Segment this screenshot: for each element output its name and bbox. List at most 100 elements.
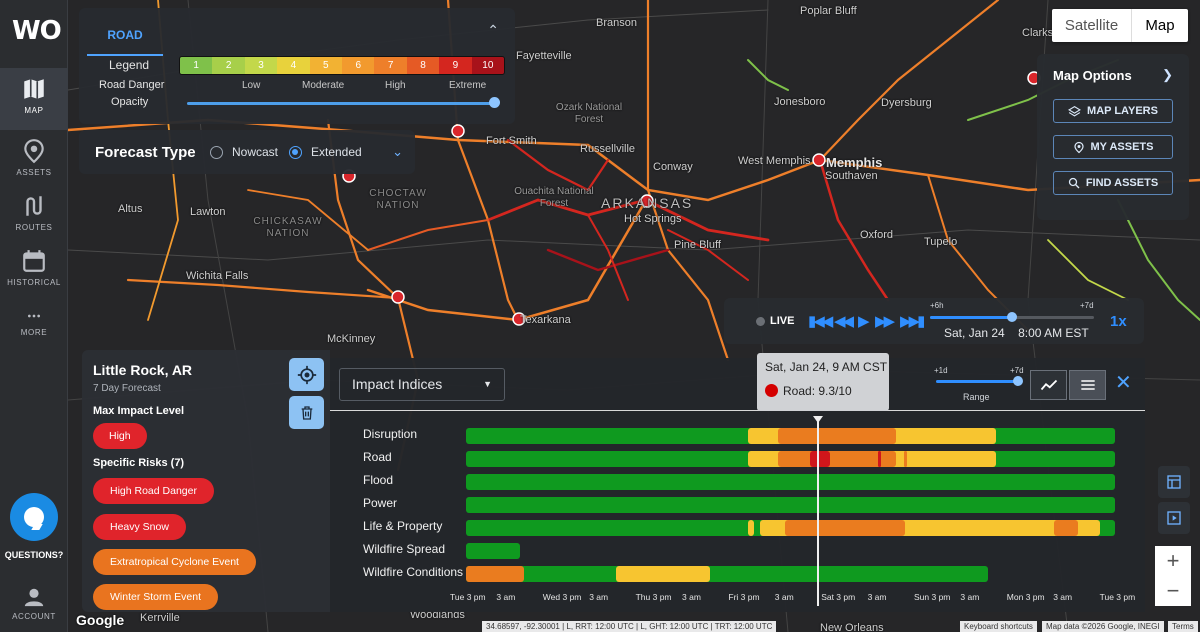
keyboard-shortcuts-link[interactable]: Keyboard shortcuts [960,621,1037,632]
scale-cell: 4 [277,57,310,74]
danger-scale: 1 2 3 4 5 6 7 8 9 10 [179,56,505,75]
impact-bar-segment[interactable] [904,451,907,467]
chat-bubble-icon [24,507,44,527]
play-panel-button[interactable] [1158,502,1190,534]
map-button[interactable]: Map [1132,9,1188,42]
current-time-marker [817,420,819,606]
range-slider-handle[interactable] [1013,376,1023,386]
nav-item-more[interactable]: MORE [0,300,68,362]
radio-extended[interactable] [289,146,302,159]
find-assets-button[interactable]: FIND ASSETS [1053,171,1173,195]
rewind-icon[interactable]: ◀◀ [834,312,854,330]
impact-row-label: Wildfire Spread [363,542,446,556]
x-axis-tick: 3 am [589,592,609,602]
skip-forward-icon[interactable]: ▶▶▮ [900,312,925,330]
skip-back-icon[interactable]: ▮◀◀ [808,312,833,330]
timeline-end-tick: +7d [1080,301,1094,310]
coords-readout: 34.68597, -92.30001 | L, RRT: 12:00 UTC … [482,621,777,632]
impact-bar-segment[interactable] [616,566,710,582]
x-axis-tick: Fri 3 pm [728,592,760,602]
close-icon[interactable]: ✕ [1115,370,1132,395]
opacity-slider-handle[interactable] [489,97,500,108]
chevron-up-icon[interactable]: ⌃ [487,22,499,39]
city-label: Wichita Falls [186,270,249,282]
impact-bar-segment[interactable] [466,543,520,559]
impact-row-label: Disruption [363,427,418,441]
map-layers-label: MAP LAYERS [1087,105,1158,117]
map-layers-button[interactable]: MAP LAYERS [1053,99,1173,123]
nav-item-account[interactable]: ACCOUNT [0,580,68,632]
city-label: Lawton [190,206,226,218]
locate-button[interactable] [289,358,324,391]
forecast-type-title: Forecast Type [95,144,196,161]
radio-label[interactable]: Nowcast [232,145,278,159]
tooltip-time: Sat, Jan 24, 9 AM CST [765,360,888,374]
city-label: Jonesboro [774,96,826,108]
impact-row-label: Wildfire Conditions [363,565,464,579]
chat-button[interactable] [10,493,58,541]
scale-cell: 1 [180,57,213,74]
tooltip-value: Road: 9.3/10 [783,384,852,398]
impact-bar-segment[interactable] [466,497,1115,513]
app-root: Branson Poplar Bluff Fayetteville Jonesb… [0,0,1200,632]
zoom-out-button[interactable]: − [1155,576,1191,606]
level-label: Low [242,80,261,91]
nav-item-assets[interactable]: ASSETS [0,130,68,192]
radio-nowcast[interactable] [210,146,223,159]
live-button[interactable]: LIVE [770,315,794,327]
logo[interactable]: WO [12,16,62,46]
nav-item-routes[interactable]: ROUTES [0,185,68,247]
impact-bar-segment[interactable] [810,451,830,467]
impact-bar-segment[interactable] [466,566,988,582]
scale-cell: 6 [342,57,375,74]
terms-link[interactable]: Terms [1168,621,1198,632]
nav-item-label: MAP [24,106,44,115]
my-assets-button[interactable]: MY ASSETS [1053,135,1173,159]
level-label: High [385,80,406,91]
nav-item-map[interactable]: MAP [0,68,68,130]
x-axis-tick: 3 am [1053,592,1073,602]
zoom-in-button[interactable]: + [1155,546,1191,576]
impact-bar-segment[interactable] [466,566,524,582]
impact-bar-segment[interactable] [778,428,896,444]
impact-bar-segment[interactable] [1054,520,1078,536]
impact-bar-segment[interactable] [785,520,905,536]
x-axis-tick: 3 am [960,592,980,602]
play-icon[interactable]: ▶ [858,312,869,330]
x-axis-tick: Tue 3 pm [1099,592,1136,602]
scale-cell: 8 [406,57,440,74]
timeline-handle[interactable] [1007,312,1017,322]
map-options-title: Map Options [1053,68,1132,83]
map-type-toggle: Satellite Map [1052,9,1188,42]
x-axis-tick: 3 am [496,592,516,602]
city-label: Dyersburg [881,97,932,109]
delete-button[interactable] [289,396,324,429]
city-label: Fort Smith [486,135,537,147]
range-slider[interactable] [936,380,1018,383]
impact-indices-dropdown[interactable]: Impact Indices ▼ [339,368,505,401]
satellite-button[interactable]: Satellite [1052,9,1132,42]
list-view-button[interactable] [1069,370,1106,400]
city-label: Branson [596,17,637,29]
scale-cell: 7 [374,57,407,74]
timeline-slider[interactable] [930,312,1094,322]
chevron-down-icon[interactable]: ⌄ [392,144,403,160]
chevron-right-icon[interactable]: ❯ [1162,67,1173,83]
impact-bar-segment[interactable] [748,520,754,536]
tab-road[interactable]: ROAD [87,16,163,56]
region-label: CHICKASAW NATION [253,216,323,239]
search-icon [1068,177,1080,189]
city-label: Pine Bluff [674,239,721,251]
opacity-slider[interactable] [187,102,497,105]
radio-label[interactable]: Extended [311,145,362,159]
google-logo: Google [76,612,125,628]
table-view-button[interactable] [1158,466,1190,498]
fast-forward-icon[interactable]: ▶▶ [875,312,895,330]
speed-button[interactable]: 1x [1110,313,1127,330]
impact-bar-segment[interactable] [878,451,881,467]
caret-down-icon: ▼ [483,379,492,389]
chart-view-button[interactable] [1030,370,1067,400]
forecast-type-panel: Forecast Type Nowcast Extended ⌄ [79,130,415,174]
nav-item-historical[interactable]: HISTORICAL [0,240,68,302]
impact-bar-segment[interactable] [466,474,1115,490]
